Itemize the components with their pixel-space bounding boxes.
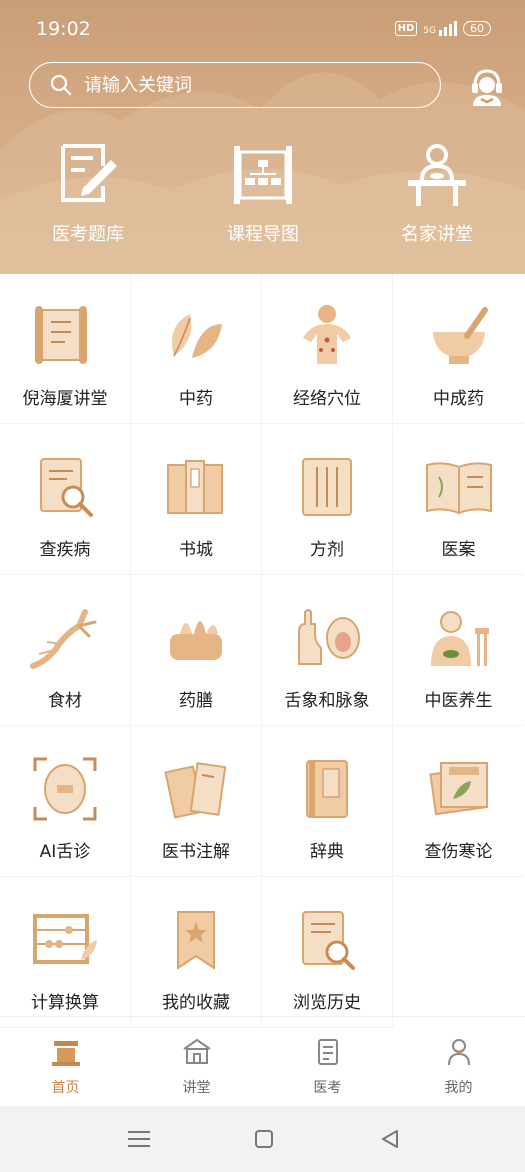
hall-icon <box>182 1038 211 1064</box>
grid-item-label: 书城 <box>179 540 213 560</box>
grid-item-label: 中医养生 <box>424 691 493 711</box>
nav-label: 医考 <box>313 1080 342 1096</box>
grid-item-bookstore[interactable]: 书城 <box>131 425 262 575</box>
prescription-icon <box>302 458 352 516</box>
top-item-label: 课程导图 <box>227 224 299 245</box>
back-triangle-icon[interactable] <box>375 1126 405 1152</box>
nav-label: 讲堂 <box>182 1080 211 1096</box>
grid-item-chinese-herbs[interactable]: 中药 <box>131 274 262 424</box>
grid-item-label: 中药 <box>179 389 213 409</box>
top-item-exam-bank[interactable]: 医考题库 <box>13 140 163 246</box>
grid-item-label: 医书注解 <box>162 842 230 862</box>
lecturer-icon <box>408 144 466 206</box>
nav-label: 我的 <box>444 1080 473 1096</box>
grid-item-label: 方剂 <box>310 540 344 560</box>
grid-item-medicinal-diet[interactable]: 药膳 <box>131 576 262 726</box>
hd-badge: HD <box>394 21 418 36</box>
grid-item-calculator[interactable]: 计算换算 <box>0 878 131 1028</box>
grid-item-label: 辞典 <box>310 842 344 862</box>
bookmark-star-icon <box>177 911 215 970</box>
network-indicator: 5G <box>423 21 457 36</box>
search-icon <box>50 74 72 96</box>
header-banner: 19:02 HD 5G 60 请输入关键词 医考题库 课程导图 名家讲堂 <box>0 0 525 274</box>
exam-doc-icon <box>317 1039 338 1065</box>
grid-item-label: 查疾病 <box>39 540 91 560</box>
grid-item-favorites[interactable]: 我的收藏 <box>131 878 262 1028</box>
top-item-label: 医考题库 <box>52 224 124 245</box>
books-icon <box>167 460 223 514</box>
menu-icon[interactable] <box>124 1126 154 1152</box>
annotated-books-icon <box>164 762 227 819</box>
grid-item-label: 我的收藏 <box>162 993 230 1013</box>
nav-home[interactable]: 首页 <box>0 1037 131 1097</box>
grid-item-label: 经络穴位 <box>293 389 361 409</box>
grid-item-prescriptions[interactable]: 方剂 <box>262 425 393 575</box>
grid-item-label: 浏览历史 <box>293 993 361 1013</box>
bottom-navigation: 首页 讲堂 医考 我的 <box>0 1016 525 1106</box>
grid-item-patent-medicine[interactable]: 中成药 <box>393 274 524 424</box>
home-square-icon[interactable] <box>249 1126 279 1152</box>
grid-item-disease-lookup[interactable]: 查疾病 <box>0 425 131 575</box>
grid-item-label: 食材 <box>48 691 82 711</box>
ai-scan-icon <box>33 757 97 821</box>
grid-item-health-preservation[interactable]: 中医养生 <box>393 576 524 726</box>
tongue-pulse-icon <box>298 609 360 665</box>
search-input[interactable] <box>82 73 402 97</box>
grid-item-shanghan-lun[interactable]: 查伤寒论 <box>393 727 524 877</box>
grid-item-label: 医案 <box>441 540 476 560</box>
grid-item-label: 计算换算 <box>31 993 99 1013</box>
scroll-book-icon <box>35 306 87 364</box>
grid-item-label: 舌象和脉象 <box>284 691 370 711</box>
grid-item-browse-history[interactable]: 浏览历史 <box>262 878 393 1028</box>
open-book-icon <box>425 462 492 515</box>
grid-item-tongue-pulse[interactable]: 舌象和脉象 <box>262 576 393 726</box>
food-basket-icon <box>170 621 222 660</box>
grid-item-ai-tongue-diagnosis[interactable]: AI舌诊 <box>0 727 131 877</box>
acupoint-figure-icon <box>303 305 351 364</box>
status-time: 19:02 <box>36 18 91 40</box>
ginseng-icon <box>30 609 97 669</box>
grid-item-meridian-points[interactable]: 经络穴位 <box>262 274 393 424</box>
grid-item-label: 倪海厦讲堂 <box>22 389 108 409</box>
status-bar: 19:02 HD 5G 60 <box>0 14 525 44</box>
signal-icon <box>439 21 457 36</box>
abacus-icon <box>33 914 97 964</box>
elder-icon <box>430 611 489 666</box>
nav-lecture-hall[interactable]: 讲堂 <box>131 1037 262 1097</box>
herb-leaf-icon <box>172 314 222 358</box>
classic-text-icon <box>428 762 488 816</box>
grid-item-label: 查伤寒论 <box>424 842 493 862</box>
magnifier-report-icon <box>40 458 93 517</box>
profile-icon <box>447 1039 470 1066</box>
top-item-course-map[interactable]: 课程导图 <box>188 140 338 246</box>
battery-icon: 60 <box>463 21 491 36</box>
top-item-label: 名家讲堂 <box>401 224 473 245</box>
system-navigation-bar <box>0 1106 525 1172</box>
mortar-icon <box>432 307 488 364</box>
exam-pen-icon <box>61 144 117 202</box>
scroll-chart-icon <box>234 146 292 204</box>
grid-item-ni-haixia-lecture[interactable]: 倪海厦讲堂 <box>0 274 131 424</box>
grid-item-dictionary[interactable]: 辞典 <box>262 727 393 877</box>
dictionary-icon <box>306 760 348 818</box>
grid-item-book-annotation[interactable]: 医书注解 <box>131 727 262 877</box>
grid-item-label: 中成药 <box>433 389 484 409</box>
grid-item-label: 药膳 <box>179 691 213 711</box>
network-type: 5G <box>423 26 436 36</box>
history-doc-icon <box>302 911 355 970</box>
grid-item-label: AI舌诊 <box>39 842 91 862</box>
search-bar[interactable] <box>29 62 441 108</box>
customer-service-icon[interactable] <box>469 66 505 106</box>
home-temple-icon <box>51 1041 80 1066</box>
grid-item-ingredients[interactable]: 食材 <box>0 576 131 726</box>
top-item-master-lecture[interactable]: 名家讲堂 <box>362 140 512 246</box>
grid-item-medical-cases[interactable]: 医案 <box>393 425 524 575</box>
nav-label: 首页 <box>51 1080 80 1096</box>
nav-profile[interactable]: 我的 <box>393 1037 524 1097</box>
nav-exam[interactable]: 医考 <box>262 1037 393 1097</box>
feature-grid: 倪海厦讲堂 中药 经络穴位 中成药 查疾病 书城 方剂 医案 食材 药膳 舌象和… <box>0 274 525 1028</box>
